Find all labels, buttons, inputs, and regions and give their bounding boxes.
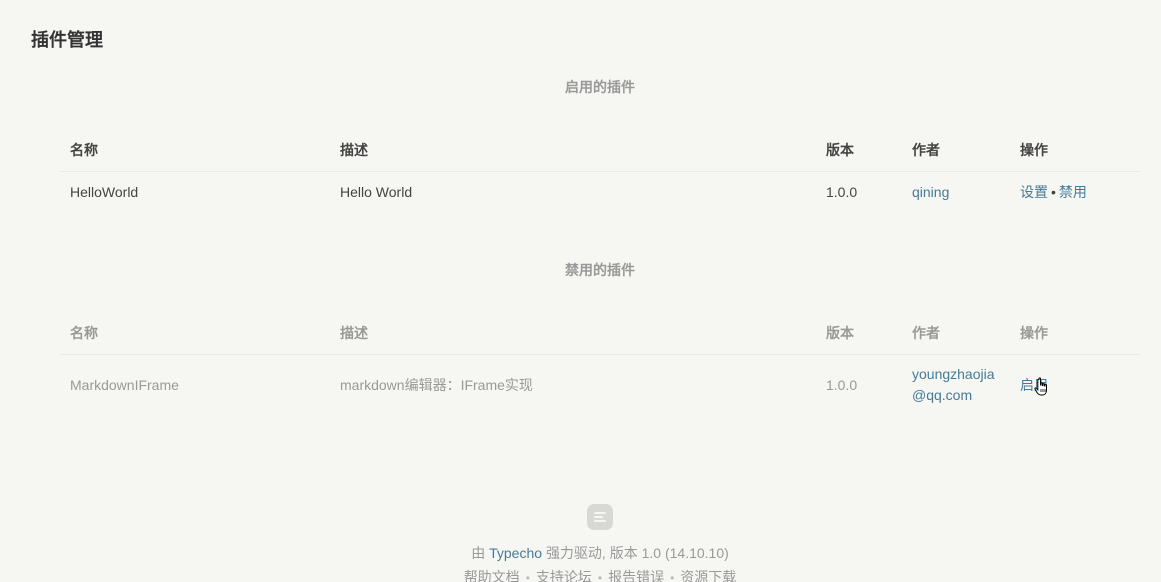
footer-dot: • <box>597 571 603 582</box>
disabled-plugins-title: 禁用的插件 <box>565 262 635 278</box>
op-separator: • <box>1051 184 1056 201</box>
footer-powered-by: 由 Typecho 强力驱动, 版本 1.0 (14.10.10) <box>0 543 1161 563</box>
page-title: 插件管理 <box>31 30 103 50</box>
header-author: 作者 <box>902 312 1010 355</box>
header-name: 名称 <box>60 312 330 355</box>
table-header-row: 名称 描述 版本 作者 操作 <box>60 129 1140 172</box>
downloads-link[interactable]: 资源下载 <box>680 569 736 582</box>
table-header-row: 名称 描述 版本 作者 操作 <box>60 312 1140 355</box>
footer-links: 帮助文档 • 支持论坛 • 报告错误 • 资源下载 <box>0 567 1161 582</box>
plugin-version: 1.0.0 <box>826 376 858 393</box>
help-docs-link[interactable]: 帮助文档 <box>464 569 520 582</box>
support-forum-link[interactable]: 支持论坛 <box>536 569 592 582</box>
enabled-plugins-title: 启用的插件 <box>565 79 635 95</box>
header-version: 版本 <box>816 129 902 172</box>
header-description: 描述 <box>330 312 816 355</box>
settings-link[interactable]: 设置 <box>1020 184 1048 200</box>
header-author: 作者 <box>902 129 1010 172</box>
plugin-name: HelloWorld <box>70 184 139 201</box>
enabled-plugins-table: 名称 描述 版本 作者 操作 HelloWorld Hello World 1.… <box>60 129 1140 213</box>
footer-prefix: 由 <box>471 545 486 561</box>
plugin-name: MarkdownIFrame <box>70 376 179 393</box>
plugin-author-link[interactable]: youngzhaojia @qq.com <box>912 366 995 403</box>
header-name: 名称 <box>60 129 330 172</box>
disabled-plugins-table: 名称 描述 版本 作者 操作 MarkdownIFrame markdown编辑… <box>60 312 1140 416</box>
footer-dot: • <box>525 571 530 582</box>
header-operations: 操作 <box>1010 312 1140 355</box>
report-bug-link[interactable]: 报告错误 <box>608 569 664 582</box>
pointer-cursor-icon <box>1034 377 1047 396</box>
header-version: 版本 <box>816 312 902 355</box>
typecho-link[interactable]: Typecho <box>489 545 542 561</box>
plugin-author-link[interactable]: qining <box>912 184 949 200</box>
footer-dot: • <box>670 571 675 582</box>
plugin-description: Hello World <box>340 184 413 201</box>
plugin-description: markdown编辑器：IFrame实现 <box>340 376 533 393</box>
header-description: 描述 <box>330 129 816 172</box>
table-row: HelloWorld Hello World 1.0.0 qining 设置 • 禁… <box>60 171 1140 213</box>
typecho-logo-icon <box>587 504 613 530</box>
author-line-1: youngzhaojia <box>912 366 995 383</box>
plugin-version: 1.0.0 <box>826 184 858 201</box>
footer-suffix: 强力驱动, 版本 1.0 (14.10.10) <box>545 545 729 561</box>
disable-link[interactable]: 禁用 <box>1059 184 1087 200</box>
header-operations: 操作 <box>1010 129 1140 172</box>
author-line-2: @qq.com <box>912 387 973 404</box>
table-row: MarkdownIFrame markdown编辑器：IFrame实现 1.0.… <box>60 354 1140 416</box>
